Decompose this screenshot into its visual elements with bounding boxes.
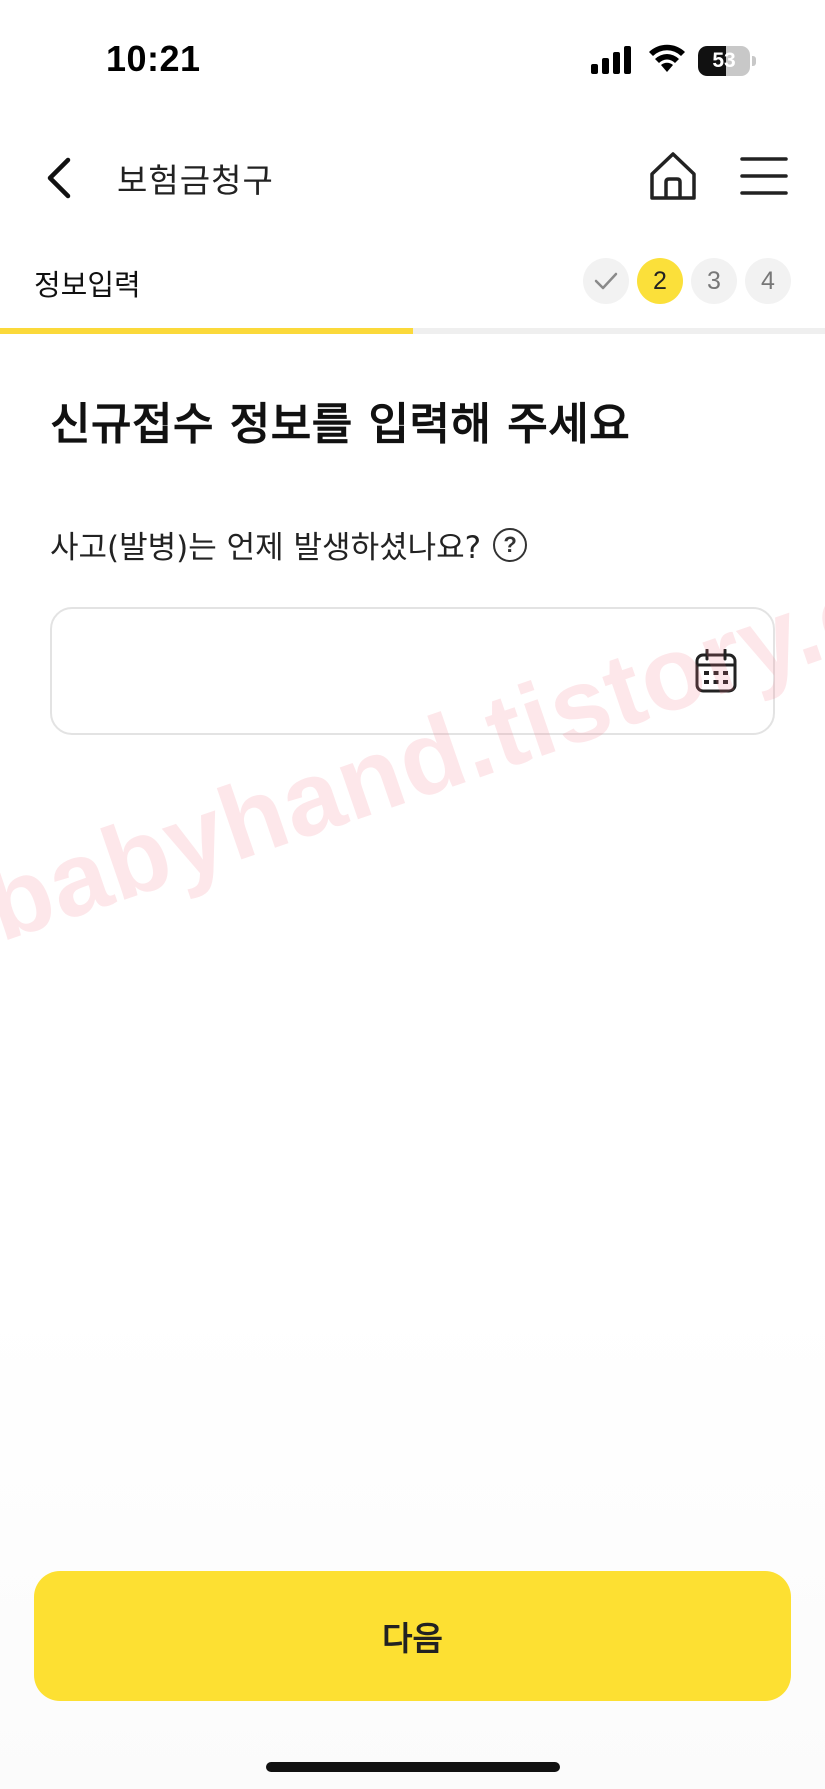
accident-date-label: 사고(발병)는 언제 발생하셨나요? — [50, 530, 482, 566]
accident-date-field[interactable] — [50, 607, 775, 735]
battery-level: 53 — [712, 49, 736, 72]
section-heading: 신규접수 정보를 입력해 주세요 — [50, 399, 631, 450]
status-time: 10:21 — [106, 38, 201, 79]
step-2-active: 2 — [637, 258, 683, 304]
hamburger-menu-icon — [740, 157, 788, 195]
field-label-row: 사고(발병)는 언제 발생하셨나요? ? — [50, 522, 528, 567]
progress-fill — [0, 328, 413, 334]
bottom-area — [0, 1300, 825, 1789]
home-icon — [650, 152, 696, 200]
step-3: 3 — [691, 258, 737, 304]
step-4: 4 — [745, 258, 791, 304]
calendar-icon[interactable] — [695, 649, 737, 693]
chevron-left-icon — [47, 157, 71, 199]
progress-bar — [0, 328, 825, 334]
menu-button[interactable] — [740, 156, 788, 196]
accident-date-input[interactable] — [76, 609, 676, 733]
battery-icon: 53 — [698, 46, 756, 76]
home-button[interactable] — [648, 150, 698, 202]
step-indicator-row: 정보입력 2 3 4 — [0, 240, 825, 334]
help-icon[interactable]: ? — [493, 527, 528, 562]
app-header: 보험금청구 — [0, 128, 825, 228]
screen: 10:21 53 보험금청구 정보입력 2 3 4 신규접수 정보를 입력해 주… — [0, 0, 825, 1789]
step-title: 정보입력 — [34, 268, 141, 302]
step-1-done — [583, 258, 629, 304]
next-button[interactable]: 다음 — [34, 1571, 791, 1701]
wifi-icon — [649, 44, 685, 72]
check-icon — [594, 272, 618, 290]
back-button[interactable] — [38, 148, 84, 208]
home-indicator — [266, 1762, 560, 1772]
page-title: 보험금청구 — [117, 161, 274, 200]
status-bar: 10:21 53 — [0, 0, 825, 118]
step-dots: 2 3 4 — [583, 258, 791, 306]
signal-icon — [591, 46, 631, 74]
